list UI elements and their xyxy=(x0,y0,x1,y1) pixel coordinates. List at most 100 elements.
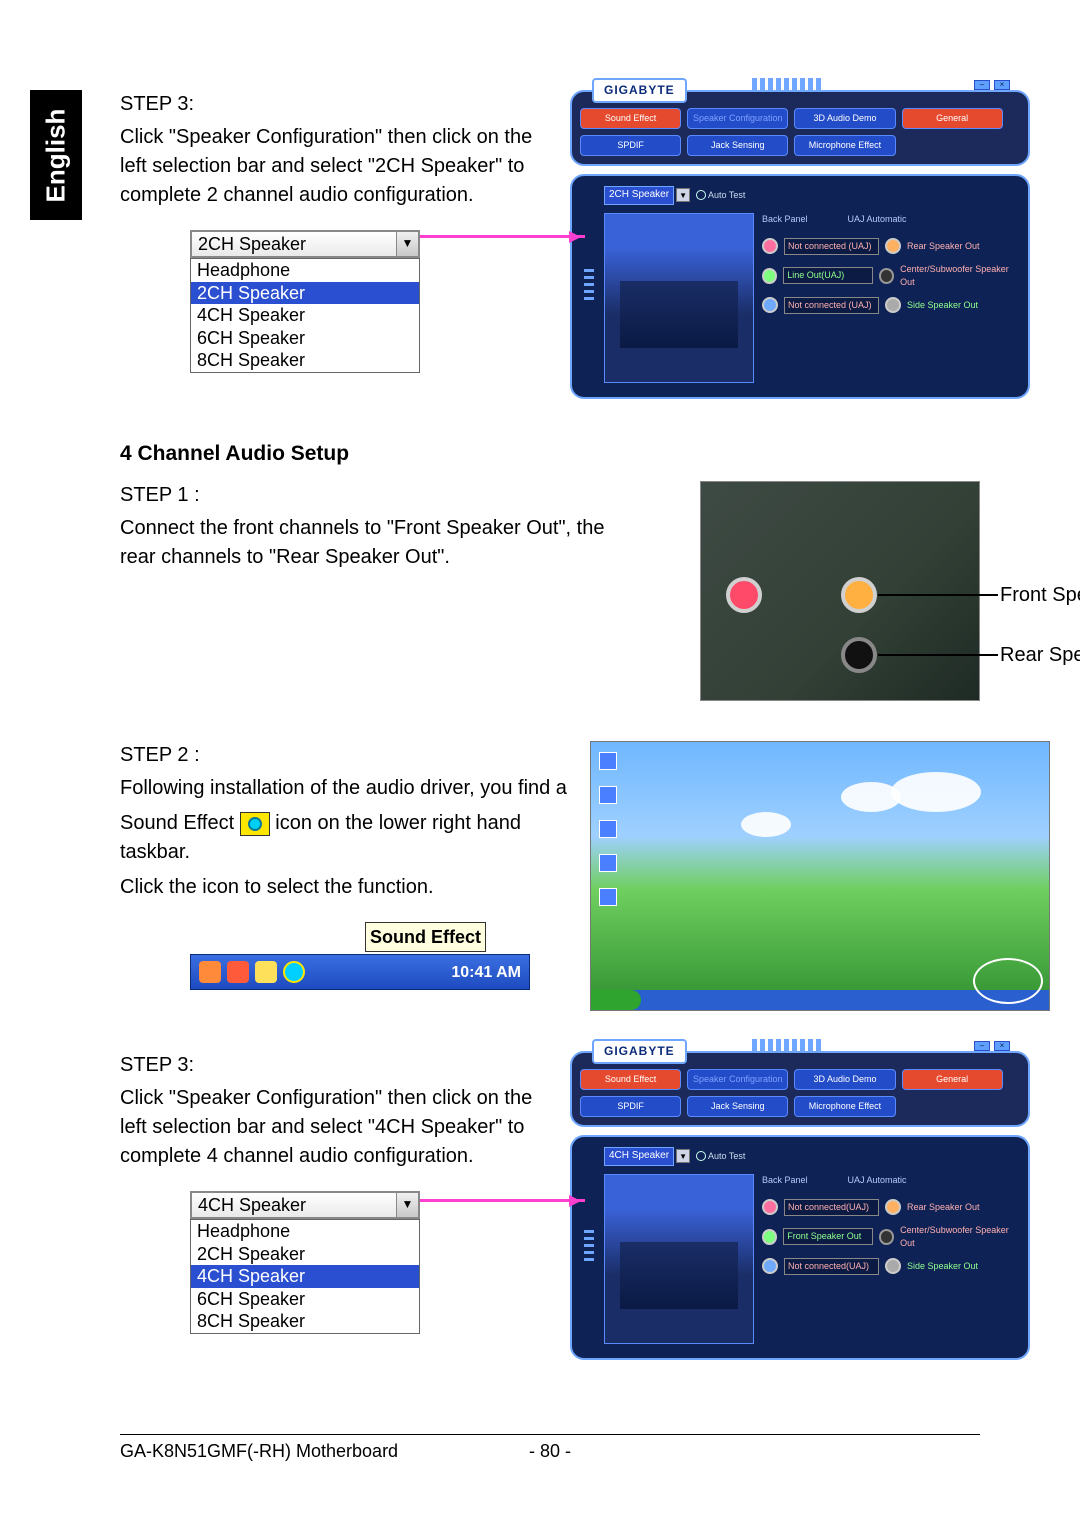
tab-3d-audio[interactable]: 3D Audio Demo xyxy=(794,108,895,129)
jack-icon xyxy=(879,1229,894,1245)
jack-icon xyxy=(885,297,901,313)
combo-option[interactable]: 2CH Speaker xyxy=(191,282,419,305)
combo-selected: 2CH Speaker xyxy=(192,230,396,258)
jack-icon xyxy=(885,238,901,254)
minimize-button[interactable]: – xyxy=(974,1041,990,1051)
sound-effect-tooltip: Sound Effect xyxy=(365,922,486,952)
step3-4ch-text: STEP 3: Click "Speaker Configuration" th… xyxy=(120,1051,550,1334)
volume-rail[interactable] xyxy=(582,1147,596,1344)
tray-icon[interactable] xyxy=(255,961,277,983)
tab-spdif[interactable]: SPDIF xyxy=(580,135,681,156)
tab-jack-sensing[interactable]: Jack Sensing xyxy=(687,1096,788,1117)
sound-effect-tray-icon[interactable] xyxy=(283,961,305,983)
chevron-down-icon[interactable]: ▼ xyxy=(396,232,418,256)
jack-icon xyxy=(762,238,778,254)
section-heading-4ch: 4 Channel Audio Setup xyxy=(120,439,980,469)
speaker-mode-select[interactable]: 2CH Speaker xyxy=(604,186,674,205)
step2-body-a: Following installation of the audio driv… xyxy=(120,777,567,799)
uaj-label: UAJ Automatic xyxy=(848,1174,907,1187)
titlebar-drag[interactable] xyxy=(752,78,948,90)
jack-label: Center/Subwoofer Speaker Out xyxy=(900,263,1018,289)
close-button[interactable]: × xyxy=(994,1041,1010,1051)
back-panel-label: Back Panel xyxy=(762,1174,808,1187)
combo-option[interactable]: Headphone xyxy=(191,1220,419,1243)
step3-body: Click "Speaker Configuration" then click… xyxy=(120,123,550,210)
tab-speaker-config[interactable]: Speaker Configuration xyxy=(687,108,788,129)
tab-jack-sensing[interactable]: Jack Sensing xyxy=(687,135,788,156)
step3-body: Click "Speaker Configuration" then click… xyxy=(120,1084,550,1171)
combo-selected: 4CH Speaker xyxy=(192,1191,396,1219)
tab-speaker-config[interactable]: Speaker Configuration xyxy=(687,1069,788,1090)
step2-label: STEP 2 : xyxy=(120,741,570,770)
tab-sound-effect[interactable]: Sound Effect xyxy=(580,108,681,129)
step1-4ch-text: STEP 1 : Connect the front channels to "… xyxy=(120,481,620,572)
combo-option[interactable]: 6CH Speaker xyxy=(191,327,419,350)
combo-option[interactable]: 4CH Speaker xyxy=(191,304,419,327)
speaker-combo-4ch-list[interactable]: Headphone 2CH Speaker 4CH Speaker 6CH Sp… xyxy=(190,1219,420,1334)
front-speaker-label: Front Speaker Out xyxy=(1000,581,1080,610)
tray-icon[interactable] xyxy=(227,961,249,983)
jack-icon xyxy=(762,1229,777,1245)
port-pink-icon xyxy=(726,577,762,613)
step1-body: Connect the front channels to "Front Spe… xyxy=(120,514,620,572)
room-preview xyxy=(604,213,754,383)
combo-option[interactable]: Headphone xyxy=(191,259,419,282)
jack-label: Side Speaker Out xyxy=(907,299,978,312)
chevron-down-icon[interactable]: ▼ xyxy=(396,1193,418,1217)
combo-option[interactable]: 8CH Speaker xyxy=(191,1310,419,1333)
auto-test-button[interactable]: Auto Test xyxy=(696,189,745,202)
step3-label: STEP 3: xyxy=(120,1051,550,1080)
port-black-icon xyxy=(841,637,877,673)
titlebar-drag[interactable] xyxy=(752,1039,948,1051)
tab-mic-effect[interactable]: Microphone Effect xyxy=(794,1096,895,1117)
chevron-down-icon[interactable]: ▼ xyxy=(676,188,690,202)
arrow-indicator xyxy=(420,235,585,238)
leader-line xyxy=(878,654,998,656)
auto-test-button[interactable]: Auto Test xyxy=(696,1150,745,1163)
jack-icon xyxy=(879,268,894,284)
step1-label: STEP 1 : xyxy=(120,481,620,510)
jack-icon xyxy=(885,1199,901,1215)
close-button[interactable]: × xyxy=(994,80,1010,90)
gigabyte-logo: GIGABYTE xyxy=(592,1039,687,1064)
tab-mic-effect[interactable]: Microphone Effect xyxy=(794,135,895,156)
jack-label: Rear Speaker Out xyxy=(907,1201,980,1214)
room-preview xyxy=(604,1174,754,1344)
chevron-down-icon[interactable]: ▼ xyxy=(676,1149,690,1163)
desktop-icons xyxy=(599,752,617,906)
jack-label: Rear Speaker Out xyxy=(907,240,980,253)
tab-3d-audio[interactable]: 3D Audio Demo xyxy=(794,1069,895,1090)
step2-body-b: Sound Effect xyxy=(120,812,234,834)
jack-status: Not connected (UAJ) xyxy=(784,297,879,314)
jack-label: Side Speaker Out xyxy=(907,1260,978,1273)
speaker-combo-2ch[interactable]: 2CH Speaker ▼ xyxy=(190,230,420,258)
step3-2ch-text: STEP 3: Click "Speaker Configuration" th… xyxy=(120,90,550,373)
combo-option[interactable]: 2CH Speaker xyxy=(191,1243,419,1266)
tab-sound-effect[interactable]: Sound Effect xyxy=(580,1069,681,1090)
combo-option[interactable]: 4CH Speaker xyxy=(191,1265,419,1288)
tab-general[interactable]: General xyxy=(902,108,1003,129)
speaker-combo-4ch[interactable]: 4CH Speaker ▼ xyxy=(190,1191,420,1219)
language-tab: English xyxy=(30,90,82,220)
port-orange-icon xyxy=(841,577,877,613)
speaker-combo-2ch-list[interactable]: Headphone 2CH Speaker 4CH Speaker 6CH Sp… xyxy=(190,258,420,373)
volume-rail[interactable] xyxy=(582,186,596,383)
combo-option[interactable]: 6CH Speaker xyxy=(191,1288,419,1311)
tray-icon[interactable] xyxy=(199,961,221,983)
speaker-mode-select[interactable]: 4CH Speaker xyxy=(604,1147,674,1166)
uaj-label: UAJ Automatic xyxy=(848,213,907,226)
minimize-button[interactable]: – xyxy=(974,80,990,90)
desktop-screenshot xyxy=(590,741,1050,1011)
combo-option[interactable]: 8CH Speaker xyxy=(191,349,419,372)
back-panel-label: Back Panel xyxy=(762,213,808,226)
tab-general[interactable]: General xyxy=(902,1069,1003,1090)
tab-spdif[interactable]: SPDIF xyxy=(580,1096,681,1117)
jack-status: Not connected(UAJ) xyxy=(784,1199,879,1216)
jack-status: Front Speaker Out xyxy=(783,1228,873,1245)
language-label: English xyxy=(41,108,72,202)
jack-icon xyxy=(762,268,777,284)
step2-4ch-text: STEP 2 : Following installation of the a… xyxy=(120,741,570,990)
start-button[interactable] xyxy=(591,990,641,1010)
footer-product: GA-K8N51GMF(-RH) Motherboard xyxy=(120,1441,398,1462)
jack-icon xyxy=(762,1199,778,1215)
